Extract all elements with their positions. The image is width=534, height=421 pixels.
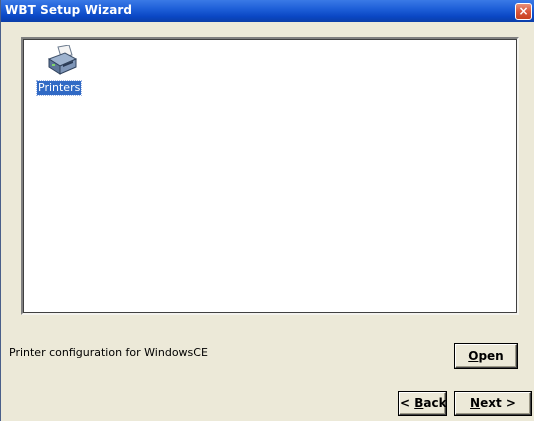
list-item-label: Printers xyxy=(35,80,83,96)
wizard-window: WBT Setup Wizard × Printers Printer conf… xyxy=(0,0,534,421)
next-button[interactable]: Next > xyxy=(455,392,531,415)
list-item-printers[interactable]: Printers xyxy=(35,43,87,99)
window-title: WBT Setup Wizard xyxy=(5,3,133,17)
back-button[interactable]: < Back xyxy=(399,392,447,415)
printer-icon xyxy=(47,45,78,75)
title-bar[interactable]: WBT Setup Wizard × xyxy=(1,0,534,22)
open-button[interactable]: Open xyxy=(455,344,517,368)
close-button[interactable]: × xyxy=(515,3,532,20)
control-panel-list[interactable]: Printers xyxy=(21,37,519,315)
close-icon: × xyxy=(518,4,529,18)
item-description: Printer configuration for WindowsCE xyxy=(9,346,208,359)
